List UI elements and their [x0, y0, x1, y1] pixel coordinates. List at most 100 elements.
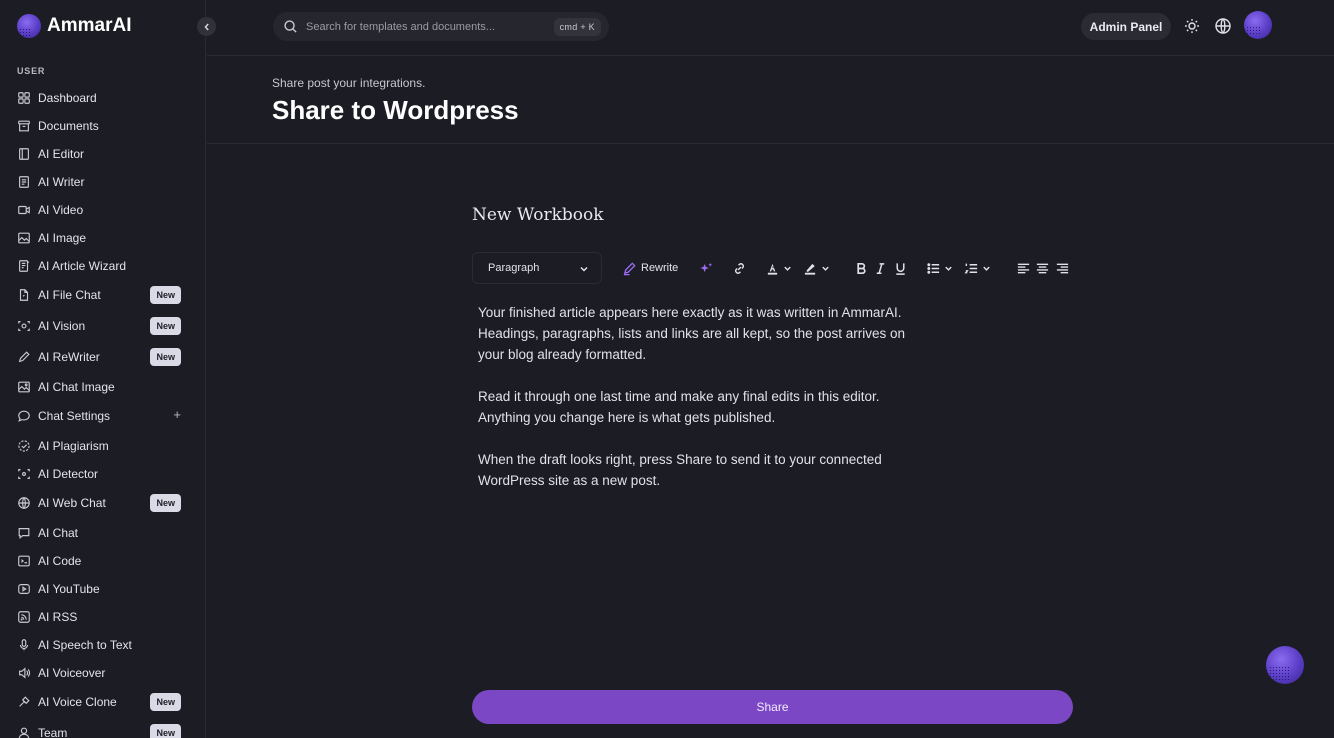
sidebar-item-label: AI Code [38, 554, 82, 568]
chat-image-icon [18, 381, 30, 393]
italic-button[interactable] [873, 260, 888, 276]
archive-icon [18, 120, 30, 132]
block-type-select[interactable]: Paragraph [472, 252, 602, 284]
chevron-down-icon [784, 266, 791, 271]
share-button[interactable]: Share [472, 690, 1073, 724]
sidebar-item-ai-image[interactable]: AI Image [17, 227, 187, 249]
sidebar-item-ai-web-chat[interactable]: AI Web Chat New [17, 492, 187, 514]
highlight-button[interactable] [803, 260, 830, 276]
sidebar-item-ai-editor[interactable]: AI Editor [17, 143, 187, 165]
sidebar-item-label: AI Chat [38, 526, 79, 540]
youtube-icon [18, 584, 30, 594]
sidebar-item-ai-vision[interactable]: AI Vision New [17, 315, 187, 337]
sidebar-item-label: AI Web Chat [38, 496, 106, 510]
terminal-icon [18, 555, 30, 567]
bullet-list-button[interactable] [926, 260, 953, 276]
sidebar-item-ai-article-wizard[interactable]: AI Article Wizard [17, 255, 187, 277]
microphone-icon [19, 639, 29, 651]
sidebar-item-ai-voiceover[interactable]: AI Voiceover [17, 662, 187, 684]
ai-assist-button[interactable] [699, 260, 714, 276]
document-title[interactable]: New Workbook [472, 205, 604, 225]
search-bar[interactable]: Search for templates and documents... cm… [273, 12, 609, 41]
align-right-button[interactable] [1055, 260, 1070, 276]
editor-toolbar: Paragraph Rewrite [472, 252, 1072, 285]
admin-panel-button[interactable]: Admin Panel [1081, 13, 1171, 40]
numbered-list-icon [964, 263, 978, 273]
new-badge: New [150, 494, 181, 512]
editor-content[interactable]: Your finished article appears here exact… [478, 302, 918, 512]
align-left-button[interactable] [1016, 260, 1031, 276]
sidebar-item-label: Team [38, 726, 68, 738]
sidebar-item-label: AI ReWriter [38, 350, 100, 364]
sidebar-item-ai-detector[interactable]: AI Detector [17, 463, 187, 485]
bullet-list-icon [927, 262, 940, 274]
rewrite-button[interactable]: Rewrite [622, 260, 678, 276]
brand[interactable]: AmmarAI [17, 13, 131, 39]
assistant-launcher-button[interactable] [1266, 646, 1304, 684]
video-icon [18, 205, 30, 215]
align-center-button[interactable] [1035, 260, 1050, 276]
new-badge: New [150, 286, 181, 304]
pen-icon [623, 261, 636, 275]
sidebar-item-ai-voice-clone[interactable]: AI Voice Clone New [17, 691, 187, 713]
sidebar-item-chat-settings[interactable]: Chat Settings + [17, 405, 187, 427]
wizard-icon [19, 260, 30, 272]
sidebar-item-label: AI Chat Image [38, 380, 115, 394]
new-badge: New [150, 693, 181, 711]
sidebar-item-label: AI File Chat [38, 288, 101, 302]
pencil-icon [18, 351, 30, 363]
sidebar-item-label: AI Article Wizard [38, 259, 127, 273]
link-button[interactable] [732, 260, 747, 276]
chevron-down-icon [580, 266, 588, 272]
sidebar-item-ai-plagiarism[interactable]: AI Plagiarism [17, 435, 187, 457]
numbered-list-button[interactable] [964, 260, 991, 276]
expand-plus-icon[interactable]: + [173, 407, 181, 422]
sidebar: AmmarAI USER Dashboard Documents AI Edit… [0, 0, 206, 738]
search-shortcut: cmd + K [553, 18, 601, 36]
speaker-icon [19, 667, 31, 679]
sidebar-item-ai-rss[interactable]: AI RSS [17, 606, 187, 628]
top-bar: Search for templates and documents... cm… [207, 0, 1334, 56]
dashboard-icon [18, 92, 30, 104]
sun-icon[interactable] [1183, 17, 1201, 35]
sidebar-item-ai-speech-to-text[interactable]: AI Speech to Text [17, 634, 187, 656]
sidebar-item-ai-youtube[interactable]: AI YouTube [17, 578, 187, 600]
underline-icon [896, 262, 905, 275]
sidebar-item-team[interactable]: Team New [17, 722, 187, 738]
block-type-value: Paragraph [488, 262, 540, 274]
sidebar-item-ai-video[interactable]: AI Video [17, 199, 187, 221]
sidebar-item-documents[interactable]: Documents [17, 115, 187, 137]
sidebar-item-ai-file-chat[interactable]: AI File Chat New [17, 284, 187, 306]
rss-icon [18, 611, 30, 623]
sidebar-item-ai-chat[interactable]: AI Chat [17, 522, 187, 544]
sidebar-item-label: AI Video [38, 203, 84, 217]
sidebar-item-ai-code[interactable]: AI Code [17, 550, 187, 572]
chevron-down-icon [822, 266, 829, 271]
editor-paragraph: When the draft looks right, press Share … [478, 452, 882, 488]
sidebar-item-ai-chat-image[interactable]: AI Chat Image [17, 376, 187, 398]
search-placeholder: Search for templates and documents... [306, 20, 495, 33]
link-icon [735, 262, 744, 274]
italic-icon [876, 262, 885, 274]
editor-paragraph: Read it through one last time and make a… [478, 389, 880, 425]
chevron-down-icon [983, 266, 990, 271]
user-avatar[interactable] [1244, 11, 1272, 39]
sidebar-item-ai-writer[interactable]: AI Writer [17, 171, 187, 193]
sidebar-item-dashboard[interactable]: Dashboard [17, 87, 187, 109]
scan-eye-icon [18, 321, 30, 331]
underline-button[interactable] [893, 260, 908, 276]
globe-icon[interactable] [1214, 17, 1232, 35]
align-center-icon [1036, 263, 1049, 273]
bold-button[interactable] [854, 260, 869, 276]
text-color-button[interactable] [765, 260, 792, 276]
align-right-icon [1056, 263, 1069, 273]
brand-logo [17, 14, 41, 38]
rewrite-label: Rewrite [641, 262, 679, 274]
voice-clone-icon [19, 696, 30, 707]
new-badge: New [150, 724, 181, 738]
align-left-icon [1017, 263, 1030, 273]
page-header: Share post your integrations. Share to W… [207, 57, 1334, 144]
sidebar-item-ai-rewriter[interactable]: AI ReWriter New [17, 346, 187, 368]
new-badge: New [150, 317, 181, 335]
sidebar-collapse-button[interactable] [197, 17, 216, 36]
